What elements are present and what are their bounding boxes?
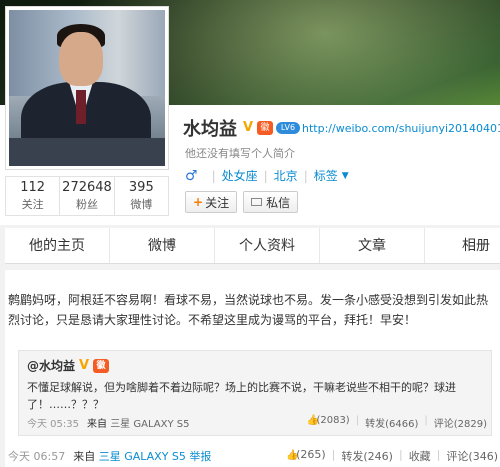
- post-footer: 今天 06:57 来自 三星 GALAXY S5 举报 👍(265) | 转发(…: [8, 448, 498, 464]
- divider: |: [303, 168, 308, 183]
- avatar[interactable]: [5, 6, 169, 170]
- badge-icon: 徽: [93, 358, 110, 373]
- quoted-time-link[interactable]: 今天 05:35: [27, 415, 79, 430]
- comment-link[interactable]: 评论(346): [446, 448, 498, 464]
- tab-profile[interactable]: 个人资料: [215, 228, 320, 263]
- stat-posts[interactable]: 395 微博: [115, 177, 168, 215]
- like-count: (265): [296, 448, 326, 461]
- message-label: 私信: [266, 195, 291, 210]
- zodiac-link[interactable]: 处女座: [222, 167, 258, 184]
- quoted-actions: 👍(2083) | 转发(6466) | 评论(2829): [306, 415, 487, 430]
- tab-album[interactable]: 相册: [425, 228, 500, 263]
- post-source-link[interactable]: 三星 GALAXY S5: [99, 450, 186, 463]
- stat-following[interactable]: 112 关注: [6, 177, 61, 215]
- quoted-repost-link[interactable]: 转发(6466): [365, 415, 418, 430]
- plus-icon: +: [193, 195, 204, 209]
- tab-weibo[interactable]: 微博: [110, 228, 215, 263]
- post-text: 鹩鹛妈呀，阿根廷不容易啊！看球不易，当然说球也不易。发一条小感受没想到引发如此热…: [8, 293, 489, 327]
- stat-value: 112: [20, 180, 46, 195]
- tab-home[interactable]: 他的主页: [5, 228, 110, 263]
- quoted-text: 不懂足球解说，但为啥脚着不着边际呢？场上的比赛不说，干嘛老说些不相干的呢？球进了…: [27, 381, 456, 411]
- profile-actions: + 关注 私信: [185, 191, 299, 213]
- tab-articles[interactable]: 文章: [320, 228, 425, 263]
- profile-name: 水均益: [183, 119, 237, 140]
- verified-icon: V: [78, 357, 90, 373]
- stats-bar: 112 关注 272648 粉丝 395 微博: [5, 176, 169, 216]
- quoted-source-link[interactable]: 三星 GALAXY S5: [110, 419, 189, 430]
- divider: |: [263, 168, 268, 183]
- quoted-post[interactable]: @水均益 V 徽 不懂足球解说，但为啥脚着不着边际呢？场上的比赛不说，干嘛老说些…: [18, 350, 492, 436]
- divider: |: [424, 415, 428, 426]
- like-button[interactable]: 👍(265): [286, 448, 326, 464]
- repost-link[interactable]: 转发(246): [341, 448, 393, 464]
- level-icon[interactable]: LV6: [276, 122, 300, 134]
- divider: |: [436, 448, 441, 461]
- profile-tabs: 他的主页 微博 个人资料 文章 相册: [5, 228, 500, 264]
- mail-icon: [251, 198, 263, 206]
- favorite-link[interactable]: 收藏: [409, 448, 431, 464]
- stat-value: 272648: [62, 180, 112, 195]
- source-prefix: 来自: [73, 450, 96, 463]
- profile-intro: 他还没有填写个人简介: [185, 147, 295, 160]
- divider: |: [355, 415, 360, 426]
- gender-male-icon: ♂: [185, 167, 198, 184]
- thumb-up-icon: 👍: [306, 415, 319, 426]
- source-prefix: 来自: [87, 419, 107, 430]
- follow-label: 关注: [205, 195, 230, 210]
- stat-value: 395: [128, 180, 154, 195]
- divider: |: [211, 168, 216, 183]
- feed-post: 鹩鹛妈呀，阿根廷不容易啊！看球不易，当然说球也不易。发一条小感受没想到引发如此热…: [5, 270, 500, 467]
- thumb-up-icon: 👍: [286, 450, 299, 461]
- stat-label: 微博: [130, 198, 153, 211]
- profile-name-row: 水均益 V 徽 LV6 http://weibo.com/shuijunyi20…: [183, 117, 500, 140]
- message-button[interactable]: 私信: [243, 191, 299, 213]
- badge-icon[interactable]: 徽: [257, 121, 273, 135]
- verified-icon[interactable]: V: [241, 121, 255, 135]
- profile-url-link[interactable]: http://weibo.com/shuijunyi20140401: [302, 122, 500, 135]
- stat-followers[interactable]: 272648 粉丝: [60, 177, 115, 215]
- stat-label: 粉丝: [75, 198, 98, 211]
- quoted-footer: 今天 05:35 来自 三星 GALAXY S5 👍(2083) | 转发(64…: [27, 415, 487, 430]
- quoted-author-link[interactable]: @水均益: [27, 357, 75, 374]
- quoted-author-row: @水均益 V 徽: [27, 357, 112, 374]
- report-link[interactable]: 举报: [189, 450, 211, 463]
- location-link[interactable]: 北京: [274, 167, 298, 184]
- profile-meta: ♂ | 处女座 | 北京 | 标签 ▼: [185, 167, 349, 184]
- quoted-like-button[interactable]: 👍(2083): [306, 415, 349, 430]
- quoted-source: 来自 三星 GALAXY S5: [87, 415, 189, 430]
- stat-label: 关注: [21, 198, 44, 211]
- tags-link[interactable]: 标签: [314, 167, 338, 184]
- post-actions: 👍(265) | 转发(246) | 收藏 | 评论(346): [286, 448, 498, 464]
- avatar-image: [9, 10, 165, 166]
- chevron-down-icon[interactable]: ▼: [342, 171, 349, 181]
- post-time-link[interactable]: 今天 06:57: [8, 448, 65, 464]
- divider: |: [398, 448, 403, 461]
- post-source: 来自 三星 GALAXY S5 举报: [73, 448, 211, 464]
- quoted-comment-link[interactable]: 评论(2829): [434, 415, 487, 430]
- quoted-like-count: (2083): [316, 415, 350, 426]
- divider: |: [331, 448, 336, 461]
- follow-button[interactable]: + 关注: [185, 191, 238, 213]
